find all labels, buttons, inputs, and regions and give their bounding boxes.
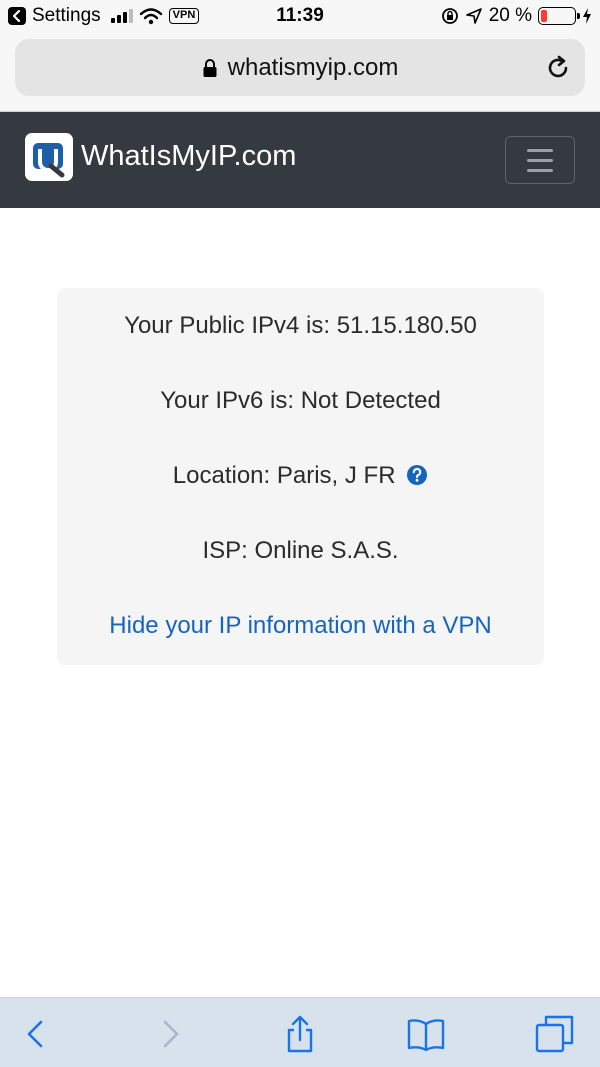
site-brand[interactable]: WhatIsMyIP.com (81, 140, 296, 173)
status-right: 20 % (441, 5, 592, 27)
reload-icon[interactable] (543, 53, 573, 83)
location-text: Location: Paris, J FR (172, 462, 396, 489)
site-navbar: WhatIsMyIP.com (0, 112, 600, 208)
battery-icon (538, 7, 580, 25)
status-bar: Settings VPN 11:39 20 % (0, 0, 600, 34)
help-icon[interactable] (406, 464, 428, 486)
location-line: Location: Paris, J FR (57, 462, 544, 490)
browser-toolbar (0, 997, 600, 1067)
ip-info-card: Your Public IPv4 is: 51.15.180.50 Your I… (57, 288, 544, 665)
menu-toggle-button[interactable] (505, 136, 575, 184)
ipv6-line: Your IPv6 is: Not Detected (160, 387, 441, 414)
isp-line: ISP: Online S.A.S. (202, 537, 399, 564)
logo-icon (33, 143, 65, 178)
orientation-lock-icon (441, 8, 458, 24)
ipv4-line: Your Public IPv4 is: 51.15.180.50 (124, 312, 477, 339)
forward-icon[interactable] (150, 1014, 190, 1054)
url-text[interactable]: whatismyip.com (228, 54, 399, 82)
vpn-link[interactable]: Hide your IP information with a VPN (57, 612, 544, 640)
hamburger-line (527, 158, 553, 162)
hamburger-line (527, 148, 553, 152)
address-bar[interactable]: whatismyip.com (15, 39, 585, 96)
tabs-icon[interactable] (535, 1014, 575, 1054)
bookmarks-icon[interactable] (406, 1014, 446, 1054)
lock-icon (203, 58, 217, 77)
charging-bolt-icon (583, 8, 591, 24)
hamburger-line (527, 168, 553, 172)
location-arrow-icon (465, 8, 482, 24)
browser-address-area: whatismyip.com (0, 34, 600, 112)
back-icon[interactable] (16, 1014, 56, 1054)
battery-percent: 20 % (488, 5, 532, 26)
share-icon[interactable] (280, 1014, 320, 1054)
site-logo[interactable] (25, 133, 73, 181)
